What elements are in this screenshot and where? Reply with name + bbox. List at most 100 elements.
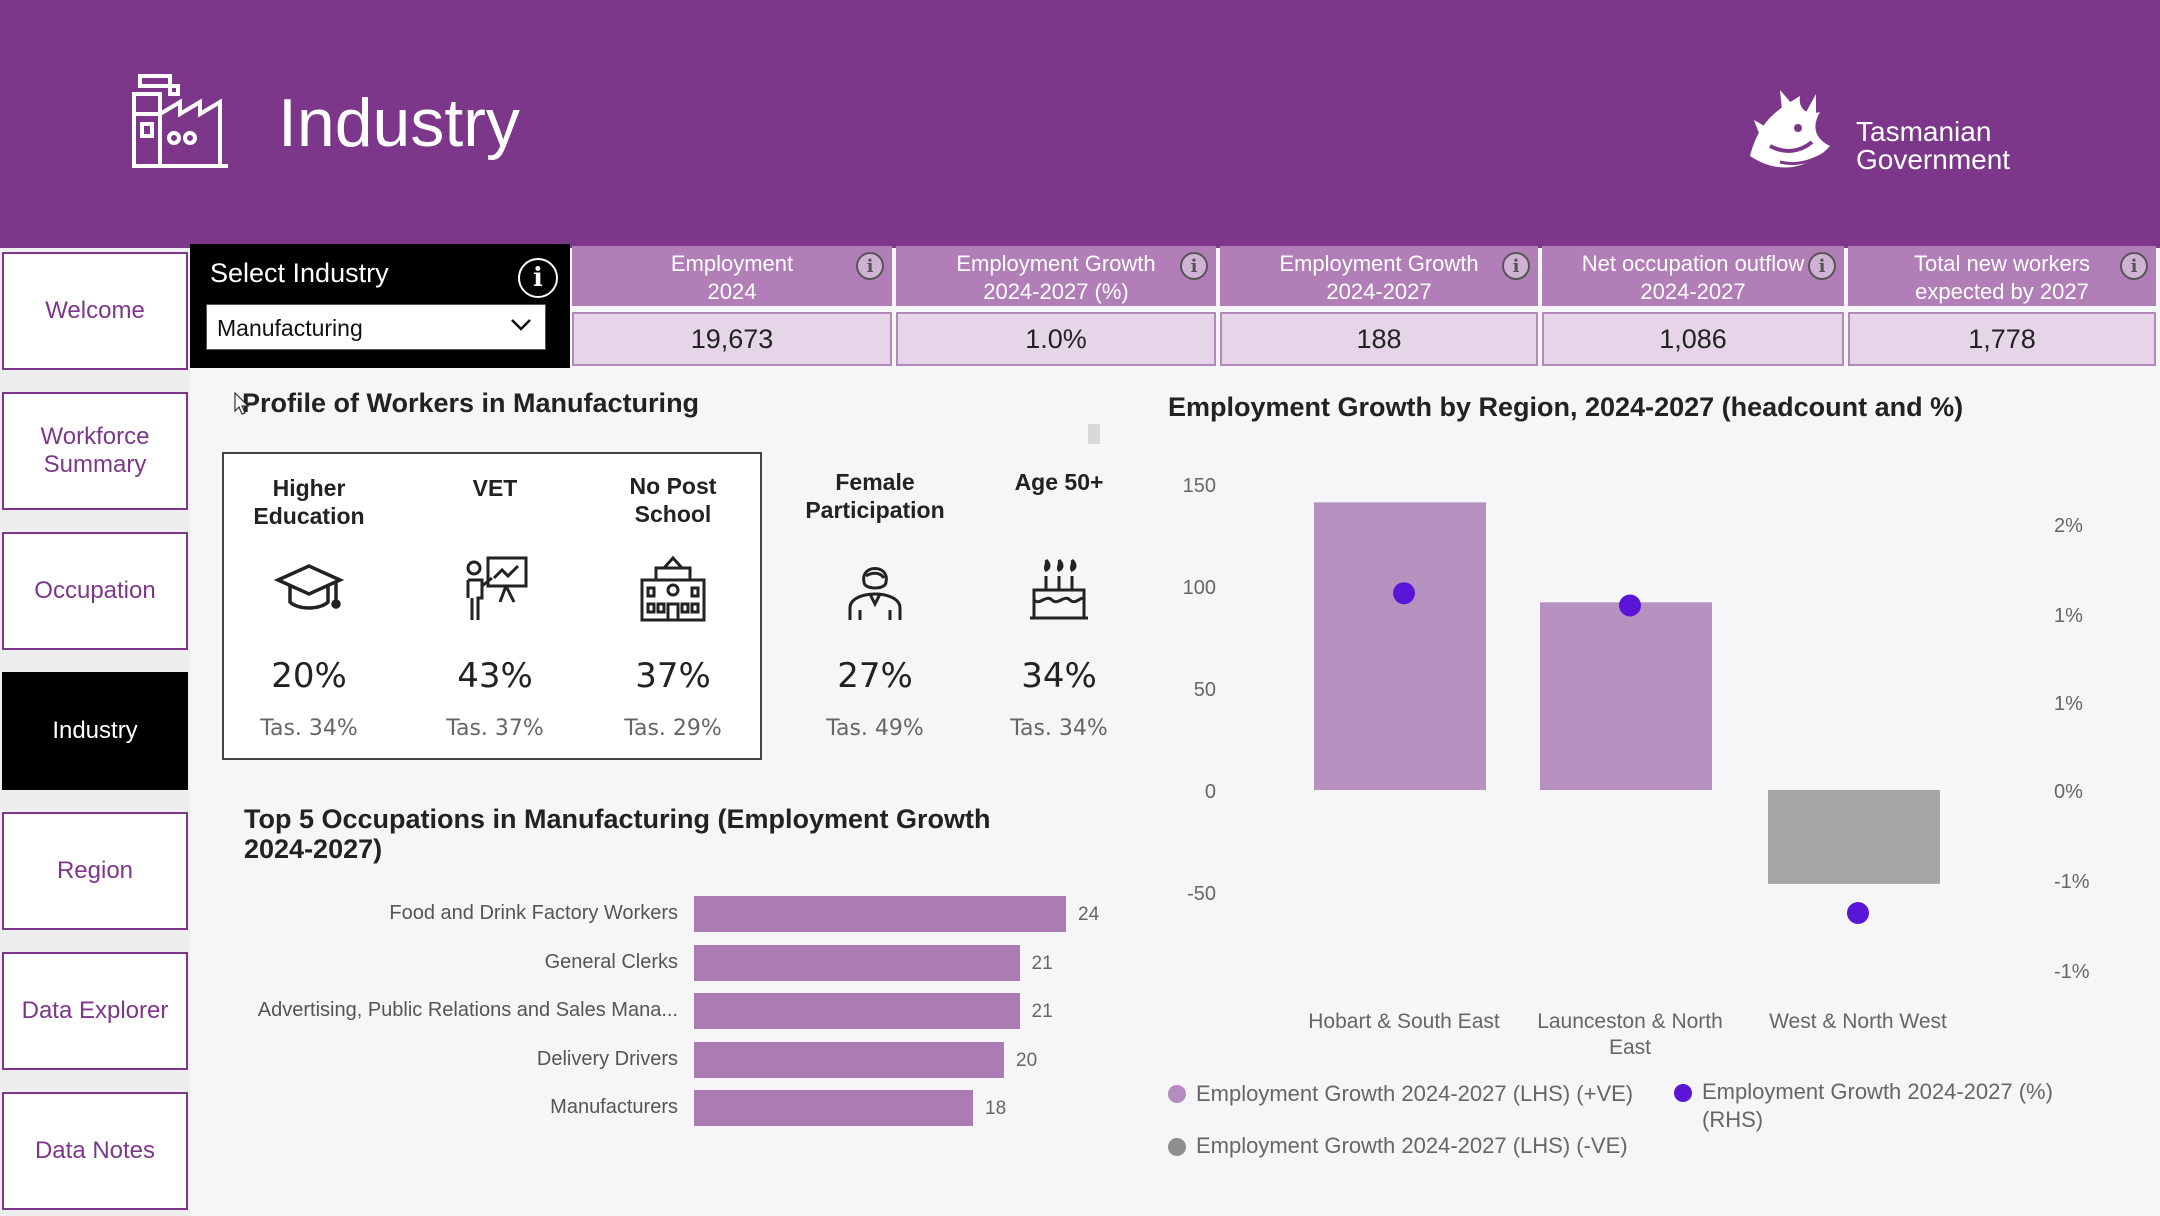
profile-tas-compare: Tas. 37% <box>446 716 544 741</box>
logo-text-line1: Tasmanian <box>1856 116 1992 147</box>
tasmanian-government-logo: Tasmanian Government <box>1740 76 2040 186</box>
y-right-tick-label: 1% <box>2054 605 2083 627</box>
sidebar: Welcome Workforce Summary Occupation Ind… <box>0 248 190 1216</box>
kpi-header: Employment 2024 <box>572 246 892 306</box>
legend-percent-label-line2: (RHS) <box>1702 1107 1764 1132</box>
info-icon[interactable]: i <box>2120 252 2148 280</box>
y-left-tick-label: 50 <box>1194 679 1216 701</box>
region-growth-pct-dot <box>1847 902 1869 924</box>
legend-negative-dot <box>1168 1138 1186 1156</box>
kpi-value: 1,778 <box>1848 312 2156 366</box>
profile-label-line2: Participation <box>805 497 945 523</box>
profile-label-line1: Age 50+ <box>1014 469 1104 495</box>
kpi-header: Total new workers expected by 2027 <box>1848 246 2156 306</box>
occupation-label: Delivery Drivers <box>536 1047 678 1070</box>
tasmanian-devil-logo-icon <box>1750 90 1830 168</box>
y-right-tick-label: 1% <box>2054 693 2083 715</box>
occupation-value: 21 <box>1031 1001 1053 1022</box>
occupation-label: Advertising, Public Relations and Sales … <box>257 999 678 1021</box>
nav-industry-button[interactable]: Industry <box>2 672 188 790</box>
woman-icon <box>848 567 902 620</box>
y-left-tick-label: 150 <box>1183 475 1216 497</box>
y-right-tick-label: 2% <box>2054 515 2083 537</box>
kpi-header: Employment Growth 2024-2027 <box>1220 246 1538 306</box>
occupation-value: 18 <box>985 1098 1007 1119</box>
profile-label-line2: School <box>634 501 712 527</box>
factory-icon <box>132 74 228 168</box>
profile-tas-compare: Tas. 34% <box>1010 716 1108 741</box>
nav-data-notes-button[interactable]: Data Notes <box>2 1092 188 1210</box>
region-bar <box>1768 790 1940 884</box>
profile-label-line1: Female <box>835 469 915 495</box>
y-right-tick-label: -1% <box>2054 871 2090 893</box>
info-icon[interactable]: i <box>1808 252 1836 280</box>
mouse-cursor-icon <box>234 392 250 415</box>
y-right-tick-label: 0% <box>2054 781 2083 803</box>
x-category-label: Hobart & South East <box>1308 1010 1500 1033</box>
legend-positive-label: Employment Growth 2024-2027 (LHS) (+VE) <box>1196 1081 1634 1106</box>
region-growth-pct-dot <box>1393 582 1415 605</box>
occupation-value: 21 <box>1031 952 1053 974</box>
profile-percent: 20% <box>271 656 347 696</box>
info-icon[interactable]: i <box>856 252 884 280</box>
profile-age-50-plus: Age 50+ 34% Tas. 34% <box>984 466 1134 756</box>
profile-no-post-school: No Post School 37% Tas. 29% <box>598 470 748 760</box>
region-growth-pct-dot <box>1619 594 1641 617</box>
occupation-bar[interactable] <box>694 993 1020 1029</box>
nav-welcome-button[interactable]: Welcome <box>2 252 188 370</box>
region-growth-chart: 150 100 50 0 -50 2% 1% 1% 0% -1% -1% Hobart & South… <box>1183 475 2090 1059</box>
presenter-icon <box>466 556 528 620</box>
page-title: Industry <box>278 85 520 161</box>
school-building-icon <box>640 555 706 622</box>
industry-dropdown-value: Manufacturing <box>217 315 363 341</box>
profile-female-participation: Female Participation 27% Tas. 49% <box>800 466 950 756</box>
profile-tas-compare: Tas. 49% <box>826 716 924 741</box>
region-bar <box>1540 602 1712 790</box>
header-banner: Industry Tasmanian Government <box>0 0 2160 248</box>
occupation-bar[interactable] <box>694 944 1020 981</box>
kpi-net-occupation-outflow: Net occupation outflow 2024-2027 i 1,086 <box>1542 246 1844 368</box>
select-industry-label: Select Industry <box>210 258 389 288</box>
kpi-label-line1: Employment <box>670 251 794 276</box>
select-industry-panel: Select Industry i Manufacturing <box>190 244 570 368</box>
profile-title: Profile of Workers in Manufacturing <box>242 388 700 418</box>
nav-workforce-summary-button[interactable]: Workforce Summary <box>2 392 188 510</box>
nav-data-explorer-button[interactable]: Data Explorer <box>2 952 188 1070</box>
kpi-employment-growth-pct: Employment Growth 2024-2027 (%) i 1.0% <box>896 246 1216 368</box>
info-icon[interactable]: i <box>1502 252 1530 280</box>
occupation-bar[interactable] <box>694 1090 973 1126</box>
profile-percent: 34% <box>1021 656 1097 696</box>
kpi-label-line2: 2024 <box>707 279 757 304</box>
occupations-title-line1: Top 5 Occupations in Manufacturing (Empl… <box>244 804 991 834</box>
info-icon[interactable]: i <box>518 258 558 298</box>
occupation-bar[interactable] <box>694 1041 1004 1078</box>
kpi-header: Employment Growth 2024-2027 (%) <box>896 246 1216 306</box>
kpi-value: 1,086 <box>1542 312 1844 366</box>
profile-percent: 37% <box>635 656 711 696</box>
y-left-tick-label: 0 <box>1205 781 1216 803</box>
y-left-tick-label: 100 <box>1183 577 1216 599</box>
nav-region-button[interactable]: Region <box>2 812 188 930</box>
kpi-value: 1.0% <box>896 312 1216 366</box>
y-right-tick-label: -1% <box>2054 961 2090 983</box>
profile-label-line2: Education <box>253 503 365 529</box>
scroll-indicator[interactable] <box>1088 424 1100 444</box>
legend-percent-label-line1: Employment Growth 2024-2027 (%) <box>1702 1079 2053 1104</box>
kpi-label-line1: Total new workers <box>1913 251 2091 276</box>
profile-label-line1: No Post <box>629 473 717 499</box>
info-icon[interactable]: i <box>1180 252 1208 280</box>
kpi-label-line1: Net occupation outflow <box>1581 251 1805 276</box>
x-category-label: East <box>1609 1036 1651 1059</box>
occupation-bar[interactable] <box>694 896 1066 932</box>
kpi-employment: Employment 2024 i 19,673 <box>572 246 892 368</box>
y-left-tick-label: -50 <box>1187 883 1216 905</box>
legend-percent-dot <box>1674 1084 1692 1102</box>
industry-dropdown[interactable]: Manufacturing <box>206 304 546 350</box>
x-category-label: West & North West <box>1769 1010 1947 1033</box>
occupation-label: Food and Drink Factory Workers <box>389 902 678 924</box>
nav-occupation-button[interactable]: Occupation <box>2 532 188 650</box>
profile-label-line1: VET <box>472 475 518 501</box>
occupation-value: 24 <box>1078 904 1100 925</box>
profile-percent: 27% <box>837 656 913 696</box>
kpi-label-line1: Employment Growth <box>1279 251 1479 276</box>
